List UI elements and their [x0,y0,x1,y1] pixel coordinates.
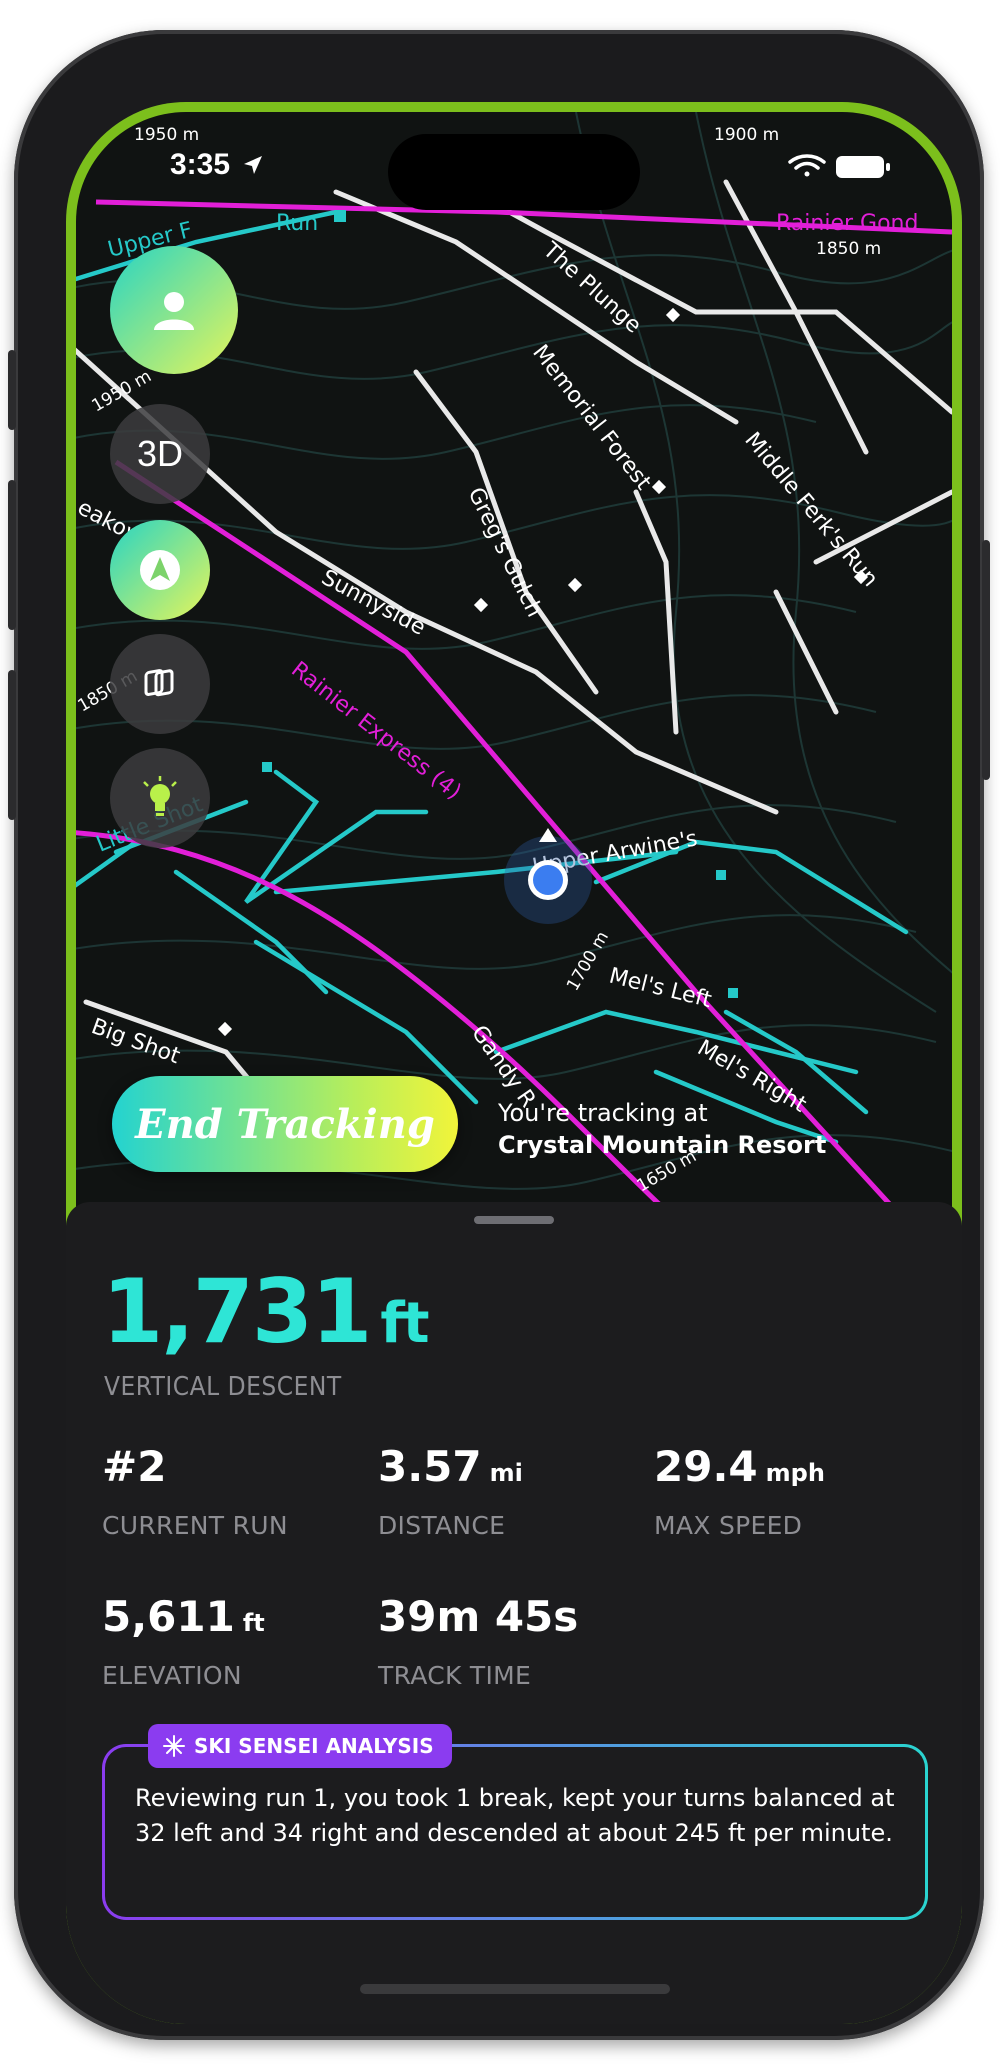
vertical-descent-unit: ft [380,1291,429,1356]
run-label-mels-left: Mel's Left [607,964,715,1014]
map-layers-button[interactable] [110,634,210,734]
profile-button[interactable] [110,246,238,374]
elevation-value: 5,611 [102,1592,235,1641]
run-label-run: Run [276,211,318,236]
track-time-value: 39m 45s [378,1592,579,1641]
run-label-middle-ferks-run: Middle Ferk's Run [739,428,882,592]
battery-icon [836,156,890,178]
status-icons [786,152,896,185]
silent-switch [8,350,16,430]
resort-name: Crystal Mountain Resort [498,1131,827,1159]
navigate-button[interactable] [110,520,210,620]
volume-down-button [8,670,16,820]
stat-elevation: 5,611 ft ELEVATION [102,1592,265,1690]
heading-arrow-icon [539,828,557,842]
end-tracking-label: End Tracking [135,1100,435,1148]
elevation-label: 1700 m [563,928,613,994]
max-speed-value: 29.4 [654,1442,758,1491]
track-time-label: TRACK TIME [378,1661,532,1690]
sparkle-icon [163,1735,185,1757]
stat-track-time: 39m 45s TRACK TIME [378,1592,578,1690]
lift-label-rainier-express: Rainier Express (4) [286,657,465,805]
elevation-label: ELEVATION [102,1661,242,1690]
stats-sheet[interactable]: 1,731 ft VERTICAL DESCENT #2 CURRENT RUN … [66,1202,962,2024]
ski-sensei-analysis-card[interactable]: SKI SENSEI ANALYSIS Reviewing run 1, you… [102,1724,928,1920]
power-button [982,540,990,780]
3d-label: 3D [136,433,184,474]
elevation-label: 1950 m [134,125,199,145]
3d-toggle-button[interactable]: 3D [110,404,210,504]
max-speed-unit: mph [765,1459,825,1487]
distance-label: DISTANCE [378,1511,506,1540]
elevation-unit: ft [242,1609,265,1637]
stat-distance: 3.57 mi DISTANCE [378,1442,523,1540]
person-icon [154,292,194,330]
current-run-value: #2 [102,1442,167,1491]
stat-max-speed: 29.4 mph MAX SPEED [654,1442,825,1540]
layers-icon [144,669,174,697]
tracking-status: You're tracking at Crystal Mountain Reso… [498,1097,826,1161]
wifi-icon [788,154,826,177]
lift-label-rainier-gondola: Rainier Gond [776,211,918,236]
stat-current-run: #2 CURRENT RUN [102,1442,288,1540]
run-label-gregs-gulch: Greg's Gulch [463,484,547,621]
volume-up-button [8,480,16,630]
home-indicator[interactable] [360,1984,670,1994]
end-tracking-button[interactable]: End Tracking [112,1076,458,1172]
phone-frame: 1950 m 1900 m 1850 m 1950 m 1850 m 1700 … [8,30,990,2040]
lightbulb-icon [143,776,177,816]
vertical-descent-value: 1,731 ft [102,1260,430,1363]
navigation-icon [140,550,180,590]
analysis-badge: SKI SENSEI ANALYSIS [148,1724,452,1768]
tips-button[interactable] [110,748,210,848]
location-arrow-icon [244,156,263,174]
vertical-descent-label: VERTICAL DESCENT [104,1372,342,1402]
run-label-the-plunge: The Plunge [537,237,646,338]
elevation-label: 1850 m [816,239,881,259]
dynamic-island [388,134,640,210]
tracking-line: You're tracking at [498,1099,708,1127]
current-run-label: CURRENT RUN [102,1511,288,1540]
elevation-label: 1900 m [714,125,779,145]
distance-unit: mi [489,1459,523,1487]
distance-value: 3.57 [378,1442,482,1491]
screen: 1950 m 1900 m 1850 m 1950 m 1850 m 1700 … [66,102,962,2024]
analysis-badge-label: SKI SENSEI ANALYSIS [194,1734,434,1758]
analysis-text: Reviewing run 1, you took 1 break, kept … [135,1784,895,1847]
status-time: 3:35 [170,148,264,182]
max-speed-label: MAX SPEED [654,1511,803,1540]
run-label-big-shot: Big Shot [88,1014,184,1069]
sheet-grabber[interactable] [474,1216,554,1224]
